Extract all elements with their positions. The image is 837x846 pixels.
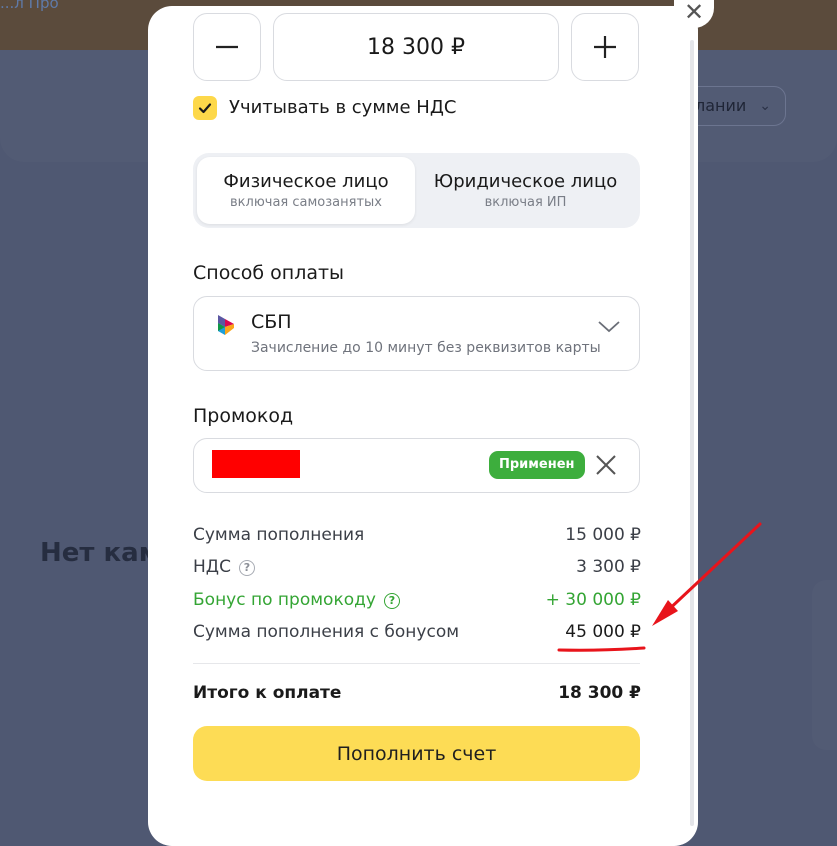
- annotation-arrow-line: [662, 522, 762, 616]
- annotation-underline: [557, 646, 646, 652]
- annotation-overlay: [557, 522, 762, 652]
